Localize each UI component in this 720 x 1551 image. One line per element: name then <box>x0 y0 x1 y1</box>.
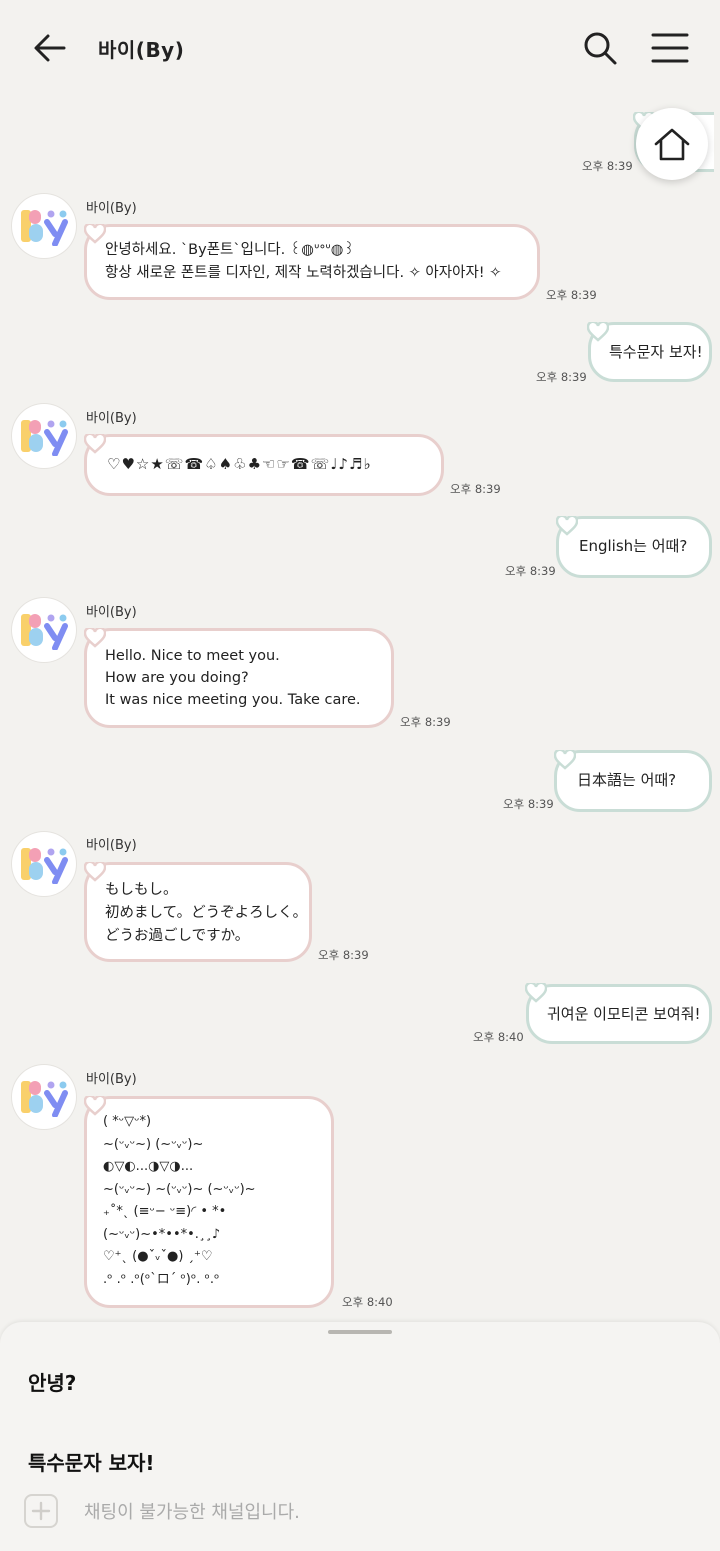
by-logo-icon <box>21 1081 68 1117</box>
message-time: 오후 8:39 <box>503 797 554 811</box>
message-time: 오후 8:40 <box>473 1030 524 1044</box>
heart-icon <box>84 434 106 454</box>
message-time: 오후 8:39 <box>400 715 451 729</box>
heart-icon <box>84 862 106 882</box>
top-bar: 바이(By) <box>0 0 720 96</box>
by-logo-icon <box>21 614 68 650</box>
incoming-message: ♡♥☆★☏☎♤♠♧♣☜☞☎☏♩♪♬♭ <box>84 434 444 496</box>
outgoing-message: 귀여운 이모티콘 보여줘! <box>526 984 712 1044</box>
sender-name: 바이(By) <box>86 1072 137 1087</box>
avatar[interactable] <box>12 832 76 896</box>
avatar[interactable] <box>12 598 76 662</box>
message-time: 오후 8:39 <box>318 948 369 962</box>
quick-reply-sheet: 안녕? 특수문자 보자! 채팅이 불가능한 채널입니다. <box>0 1322 720 1551</box>
attach-button[interactable] <box>24 1494 58 1528</box>
quick-reply-button[interactable]: 특수문자 보자! <box>28 1447 154 1476</box>
incoming-message: ( *ᵕ▽ᵕ*) ~(ᵕᵥᵕ~) (~ᵕᵥᵕ)~ ◐▽◐...◑▽◑... ~(… <box>84 1096 334 1308</box>
message-time: 오후 8:39 <box>450 482 501 496</box>
plus-icon <box>31 1501 51 1521</box>
heart-icon <box>525 983 547 1003</box>
incoming-message: Hello. Nice to meet you. How are you doi… <box>84 628 394 728</box>
hamburger-menu-icon[interactable] <box>650 30 690 66</box>
chat-title: 바이(By) <box>98 38 185 62</box>
by-logo-icon <box>21 848 68 884</box>
sender-name: 바이(By) <box>86 838 137 853</box>
avatar[interactable] <box>12 194 76 258</box>
avatar[interactable] <box>12 1065 76 1129</box>
sender-name: 바이(By) <box>86 411 137 426</box>
home-icon <box>654 128 690 161</box>
sender-name: 바이(By) <box>86 605 137 620</box>
by-logo-icon <box>21 420 68 456</box>
heart-icon <box>556 516 578 536</box>
heart-icon <box>84 628 106 648</box>
outgoing-message: English는 어때? <box>556 516 712 578</box>
message-time: 오후 8:39 <box>536 370 587 384</box>
message-time: 오후 8:39 <box>546 288 597 302</box>
message-time: 오후 8:39 <box>582 159 633 173</box>
heart-icon <box>84 1096 106 1116</box>
heart-icon <box>554 750 576 770</box>
search-icon[interactable] <box>580 28 620 68</box>
chat-disabled-placeholder: 채팅이 불가능한 채널입니다. <box>84 1502 300 1523</box>
quick-reply-button[interactable]: 안녕? <box>28 1367 76 1396</box>
avatar[interactable] <box>12 404 76 468</box>
outgoing-message: 日本語는 어때? <box>554 750 712 812</box>
message-time: 오후 8:40 <box>342 1295 393 1309</box>
home-button[interactable] <box>636 108 708 180</box>
message-time: 오후 8:39 <box>505 564 556 578</box>
sheet-drag-handle[interactable] <box>328 1330 392 1334</box>
incoming-message: もしもし。 初めまして。どうぞよろしく。 どうお過ごしですか。 <box>84 862 312 962</box>
sender-name: 바이(By) <box>86 201 137 216</box>
heart-icon <box>84 224 106 244</box>
by-logo-icon <box>21 210 68 246</box>
back-arrow-icon[interactable] <box>30 28 70 68</box>
heart-icon <box>587 322 609 342</box>
incoming-message: 안녕하세요. `By폰트`입니다. ꒰◍ᐡᐤᐡ◍꒱ 항상 새로운 폰트를 디자인… <box>84 224 540 300</box>
